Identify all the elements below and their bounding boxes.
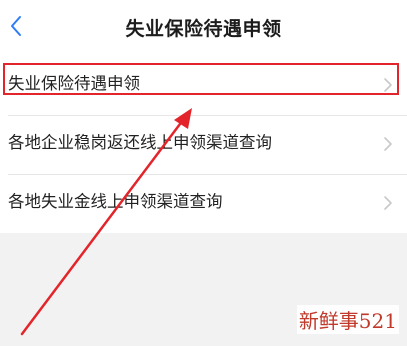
chevron-right-icon bbox=[384, 196, 392, 210]
list-item-label: 各地企业稳岗返还线上申领渠道查询 bbox=[8, 133, 272, 152]
app-header: 失业保险待遇申领 bbox=[0, 0, 407, 56]
highlight-box bbox=[3, 63, 399, 95]
list-item-label: 各地失业金线上申领渠道查询 bbox=[8, 192, 223, 211]
watermark: 新鲜事521 bbox=[296, 305, 399, 334]
page-title: 失业保险待遇申领 bbox=[125, 18, 282, 40]
chevron-right-icon bbox=[384, 137, 392, 151]
list-item-job-stabilization-refund-query[interactable]: 各地企业稳岗返还线上申领渠道查询 bbox=[0, 115, 407, 174]
list-item-unemployment-fund-channel-query[interactable]: 各地失业金线上申领渠道查询 bbox=[0, 174, 407, 233]
